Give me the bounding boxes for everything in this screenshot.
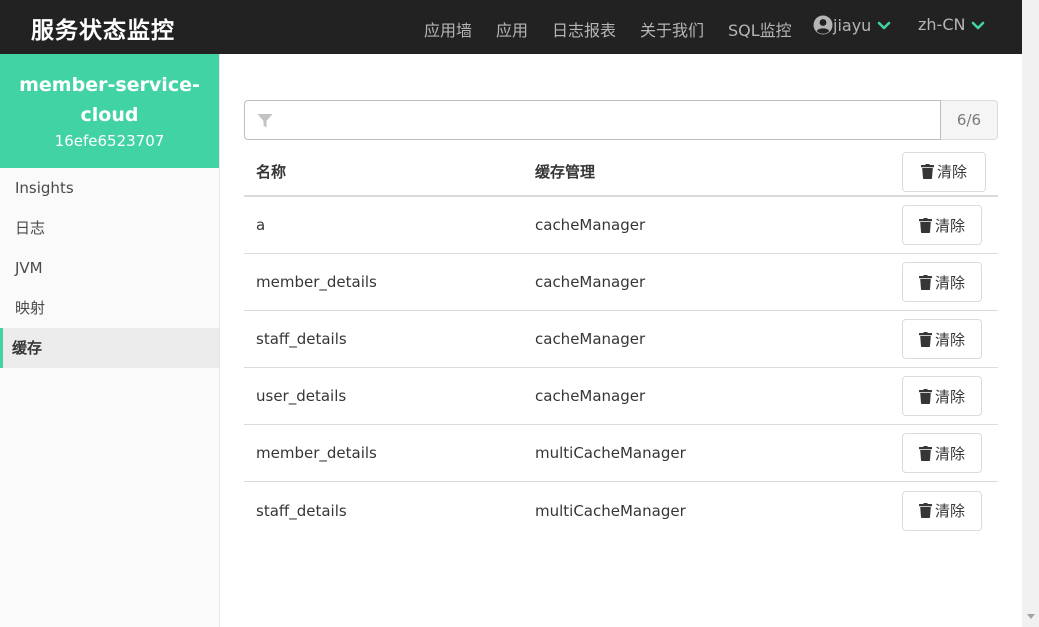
sidebar-item-jvm[interactable]: JVM (0, 248, 219, 288)
cache-manager: cacheManager (535, 387, 646, 405)
sidebar-item-logging[interactable]: 日志 (0, 208, 219, 248)
table-row: member_details cacheManager 清除 (244, 254, 998, 311)
trash-icon (918, 388, 932, 404)
filter-icon (257, 114, 273, 128)
cache-manager: multiCacheManager (535, 501, 686, 520)
brand-title[interactable]: 服务状态监控 (31, 11, 175, 45)
clear-label: 清除 (934, 331, 965, 349)
clear-label: 清除 (934, 445, 965, 463)
table-row: user_details cacheManager 清除 (244, 368, 998, 425)
table-row: a cacheManager 清除 (244, 197, 998, 254)
cache-name: staff_details (256, 330, 347, 348)
cache-name: staff_details (256, 501, 347, 520)
trash-icon (918, 274, 932, 290)
nav-about[interactable]: 关于我们 (640, 17, 704, 41)
language-label: zh-CN (918, 15, 966, 34)
cache-name: a (256, 216, 266, 234)
sidebar: member-service- cloud 16efe6523707 Insig… (0, 54, 220, 627)
clear-all-button[interactable]: 清除 (902, 151, 986, 192)
table-row: staff_details multiCacheManager 清除 (244, 482, 998, 539)
filter-input[interactable] (244, 100, 941, 140)
trash-icon (918, 217, 932, 233)
table-row: member_details multiCacheManager 清除 (244, 425, 998, 482)
cache-name: user_details (256, 387, 347, 405)
column-header-name: 名称 (256, 163, 287, 181)
nav-applications[interactable]: 应用 (496, 17, 528, 41)
trash-icon (918, 503, 932, 518)
sidebar-item-caches[interactable]: 缓存 (0, 328, 219, 368)
cache-manager: cacheManager (535, 330, 646, 348)
cache-manager: multiCacheManager (535, 444, 686, 462)
clear-cache-button[interactable]: 清除 (902, 262, 982, 302)
filter-bar: 6/6 (244, 100, 998, 140)
language-menu[interactable]: zh-CN (918, 15, 985, 34)
cache-name: member_details (256, 444, 377, 462)
cache-manager: cacheManager (535, 273, 646, 291)
clear-cache-button[interactable]: 清除 (902, 490, 982, 531)
table-header: 名称 缓存管理 清除 (244, 148, 998, 197)
clear-cache-button[interactable]: 清除 (902, 319, 982, 359)
clear-label: 清除 (934, 217, 965, 235)
chevron-down-icon (972, 21, 985, 29)
filter-count: 6/6 (941, 100, 998, 140)
nav-log-report[interactable]: 日志报表 (552, 17, 616, 41)
trash-icon (918, 445, 932, 461)
top-navbar: 服务状态监控 应用墙 应用 日志报表 关于我们 SQL监控 jiayu zh-C… (0, 0, 1022, 54)
caches-table: 名称 缓存管理 清除 a cacheManager 清除 member_deta… (244, 148, 998, 539)
scroll-down-arrow-icon[interactable] (1027, 614, 1035, 620)
nav-sql-monitor[interactable]: SQL监控 (728, 17, 792, 41)
cache-manager: cacheManager (535, 216, 646, 234)
trash-icon (920, 164, 934, 179)
clear-label: 清除 (934, 274, 965, 292)
user-menu[interactable]: jiayu (813, 15, 891, 35)
vertical-scrollbar[interactable] (1022, 0, 1039, 627)
app-instance-id: 16efe6523707 (54, 132, 165, 150)
trash-icon (918, 331, 932, 347)
clear-label: 清除 (934, 388, 965, 406)
clear-label: 清除 (934, 503, 965, 520)
clear-cache-button[interactable]: 清除 (902, 205, 982, 245)
user-circle-icon (813, 15, 833, 35)
main-content: 6/6 名称 缓存管理 清除 a cacheManager 清除 member_… (220, 54, 1022, 627)
sidebar-item-mappings[interactable]: 映射 (0, 288, 219, 328)
clear-cache-button[interactable]: 清除 (902, 433, 982, 473)
cache-name: member_details (256, 273, 377, 291)
app-header: member-service- cloud 16efe6523707 (0, 54, 219, 168)
table-row: staff_details cacheManager 清除 (244, 311, 998, 368)
user-name: jiayu (833, 15, 872, 35)
chevron-down-icon (878, 21, 891, 30)
nav-app-wall[interactable]: 应用墙 (424, 17, 472, 41)
app-name-line1: member-service- (19, 74, 200, 96)
column-header-manager: 缓存管理 (535, 163, 596, 181)
clear-all-label: 清除 (936, 164, 967, 181)
clear-cache-button[interactable]: 清除 (902, 376, 982, 416)
app-name-line2: cloud (80, 104, 139, 126)
sidebar-item-insights[interactable]: Insights (0, 168, 219, 208)
